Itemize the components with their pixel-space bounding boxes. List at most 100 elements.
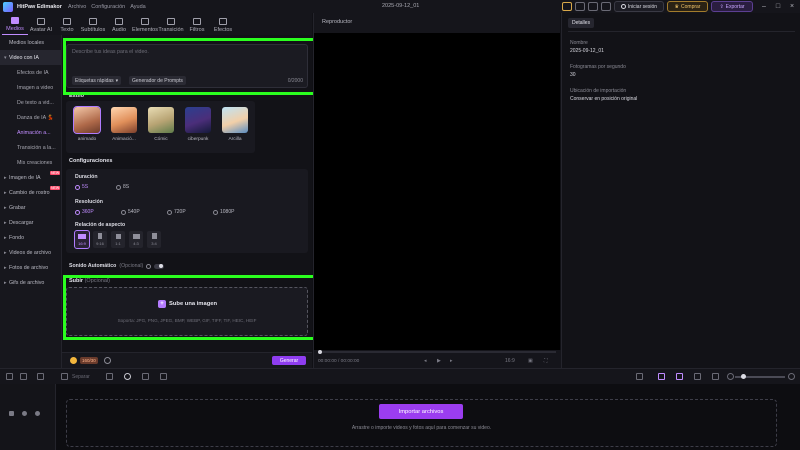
sidebar-item-cambio-rostro[interactable]: ▸ Cambio de rostro NEW bbox=[0, 185, 61, 200]
ai-cut-icon[interactable] bbox=[658, 373, 665, 380]
seek-bar[interactable] bbox=[318, 350, 556, 354]
audio-icon bbox=[115, 18, 123, 25]
maximize-icon[interactable]: □ bbox=[773, 1, 783, 12]
export-button[interactable]: ⇪ Exportar bbox=[711, 1, 753, 12]
ratio-icon bbox=[98, 233, 102, 239]
delete-icon[interactable] bbox=[37, 373, 44, 380]
track-video-icon[interactable] bbox=[9, 411, 14, 416]
new-badge: NEW bbox=[50, 186, 61, 190]
tab-elementos[interactable]: Elementos bbox=[132, 14, 158, 35]
upload-icon[interactable] bbox=[124, 373, 131, 380]
resolution-option-360p[interactable]: 360P bbox=[75, 209, 94, 215]
zoom-in-icon[interactable] bbox=[788, 373, 795, 380]
generate-button[interactable]: Generar bbox=[272, 356, 306, 365]
snapshot-icon[interactable]: ▣ bbox=[528, 358, 533, 364]
sidebar-item-fotos-archivo[interactable]: ▸ Fotos de archivo bbox=[0, 260, 61, 275]
sidebar-item-videos-archivo[interactable]: ▸ Videos de archivo bbox=[0, 245, 61, 260]
timer-icon[interactable] bbox=[142, 373, 149, 380]
message-icon[interactable] bbox=[588, 2, 598, 11]
sidebar-item-transicion[interactable]: Transición a la... bbox=[0, 140, 61, 155]
magnet-icon[interactable] bbox=[712, 373, 719, 380]
seek-handle[interactable] bbox=[318, 350, 322, 354]
duration-option-8s[interactable]: 8S bbox=[116, 184, 129, 190]
style-option-arcilla[interactable]: Arcilla bbox=[221, 107, 249, 151]
resolution-option-720p[interactable]: 720P bbox=[167, 209, 186, 215]
menu-ayuda[interactable]: Ayuda bbox=[130, 4, 146, 10]
sidebar-item-mis-creaciones[interactable]: Mis creaciones bbox=[0, 155, 61, 170]
radio-icon bbox=[116, 184, 121, 190]
track-audio-icon[interactable] bbox=[35, 411, 40, 416]
grid-icon[interactable] bbox=[575, 2, 585, 11]
tab-transicion[interactable]: Transición bbox=[158, 14, 184, 35]
auto-sound-toggle[interactable] bbox=[154, 263, 165, 269]
minimize-icon[interactable]: – bbox=[759, 1, 769, 12]
text-icon bbox=[63, 18, 71, 25]
resolution-option-1080p[interactable]: 1080P bbox=[213, 209, 234, 215]
refresh-icon[interactable] bbox=[104, 357, 111, 364]
style-option-animacion[interactable]: Animació... bbox=[110, 107, 138, 151]
freeze-icon[interactable] bbox=[160, 373, 167, 380]
play-icon[interactable]: ▶ bbox=[437, 358, 441, 364]
import-files-button[interactable]: Importar archivos bbox=[379, 404, 463, 419]
sidebar-item-efectos-ia[interactable]: Efectos de IA bbox=[0, 65, 61, 80]
aspect-option-4-3[interactable]: 4:3 bbox=[129, 231, 143, 248]
export-label: Exportar bbox=[725, 3, 745, 10]
split-icon[interactable] bbox=[61, 373, 68, 380]
menu-configuracion[interactable]: Configuración bbox=[91, 4, 125, 10]
aspect-option-3-4[interactable]: 3:4 bbox=[147, 231, 161, 248]
close-icon[interactable]: × bbox=[787, 1, 797, 12]
signin-button[interactable]: Iniciar sesión bbox=[614, 1, 664, 12]
sidebar-item-fondo[interactable]: ▸ Fondo bbox=[0, 230, 61, 245]
aspect-option-16-9[interactable]: 16:9 bbox=[74, 230, 90, 249]
sidebar-item-medios-locales[interactable]: Medios locales bbox=[0, 35, 61, 50]
ai-voice-icon[interactable] bbox=[676, 373, 683, 380]
sidebar-item-gifs-archivo[interactable]: ▸ Gifs de archivo bbox=[0, 275, 61, 290]
style-option-comic[interactable]: Cómic bbox=[147, 107, 175, 151]
menu-archivo[interactable]: Archivo bbox=[68, 4, 86, 10]
fullscreen-icon[interactable]: ⛶ bbox=[544, 358, 548, 364]
aspect-option-9-16[interactable]: 9:16 bbox=[93, 231, 107, 248]
gift-icon[interactable] bbox=[562, 2, 572, 11]
tab-detalles[interactable]: Detalles bbox=[568, 18, 595, 28]
monitor-icon[interactable] bbox=[601, 2, 611, 11]
tab-texto[interactable]: Texto bbox=[54, 14, 80, 35]
tab-medios[interactable]: Medios bbox=[2, 14, 28, 35]
tab-avatar-ai[interactable]: Avatar AI bbox=[28, 14, 54, 35]
resolution-option-540p[interactable]: 540P bbox=[121, 209, 140, 215]
buy-button[interactable]: ♛ Comprar bbox=[667, 1, 708, 12]
mic-icon[interactable] bbox=[636, 373, 643, 380]
zoom-handle[interactable] bbox=[741, 374, 746, 379]
timeline-toolbar: Separar bbox=[0, 368, 800, 384]
tab-filtros[interactable]: Filtros bbox=[184, 14, 210, 35]
zoom-out-icon[interactable] bbox=[727, 373, 734, 380]
timeline-dropzone[interactable]: Importar archivos Arrastre o importe vid… bbox=[66, 399, 777, 447]
duration-option-5s[interactable]: 5S bbox=[75, 184, 88, 190]
aspect-option-1-1[interactable]: 1:1 bbox=[111, 231, 125, 248]
sidebar-item-imagen-a-video[interactable]: Imagen a video bbox=[0, 80, 61, 95]
info-icon[interactable] bbox=[146, 263, 152, 269]
sidebar-item-descargar[interactable]: ▸ Descargar bbox=[0, 215, 61, 230]
tab-subtitulos[interactable]: Subtítulos bbox=[80, 14, 106, 35]
sidebar-item-video-con-ia[interactable]: ▾ Video con IA bbox=[0, 50, 61, 65]
undo-icon[interactable] bbox=[6, 373, 13, 380]
sidebar-item-imagen-ia[interactable]: ▸ Imagen de IA NEW bbox=[0, 170, 61, 185]
zoom-slider[interactable] bbox=[735, 374, 785, 379]
ratio-icon bbox=[115, 233, 121, 239]
sidebar-item-texto-a-video[interactable]: De texto a vid... bbox=[0, 95, 61, 110]
aspect-dropdown[interactable]: 16:9 bbox=[505, 358, 515, 364]
sidebar-item-grabar[interactable]: ▸ Grabar bbox=[0, 200, 61, 215]
style-option-animado[interactable]: animado bbox=[73, 106, 101, 151]
document-title: 2025-09-12_01 bbox=[382, 3, 420, 9]
sidebar-item-animacion[interactable]: Animación a... bbox=[0, 125, 61, 140]
separate-label[interactable]: Separar bbox=[72, 374, 90, 380]
sidebar-item-danza-ia[interactable]: Danza de IA 💃 bbox=[0, 110, 61, 125]
link-icon[interactable] bbox=[694, 373, 701, 380]
crop-icon[interactable] bbox=[106, 373, 113, 380]
redo-icon[interactable] bbox=[20, 373, 27, 380]
prev-frame-icon[interactable]: ◂ bbox=[424, 358, 427, 364]
next-frame-icon[interactable]: ▸ bbox=[450, 358, 453, 364]
style-option-ciberpunk[interactable]: ciberpunk bbox=[184, 107, 212, 151]
track-lock-icon[interactable] bbox=[22, 411, 27, 416]
tab-efectos[interactable]: Efectos bbox=[210, 14, 236, 35]
tab-audio[interactable]: Audio bbox=[106, 14, 132, 35]
